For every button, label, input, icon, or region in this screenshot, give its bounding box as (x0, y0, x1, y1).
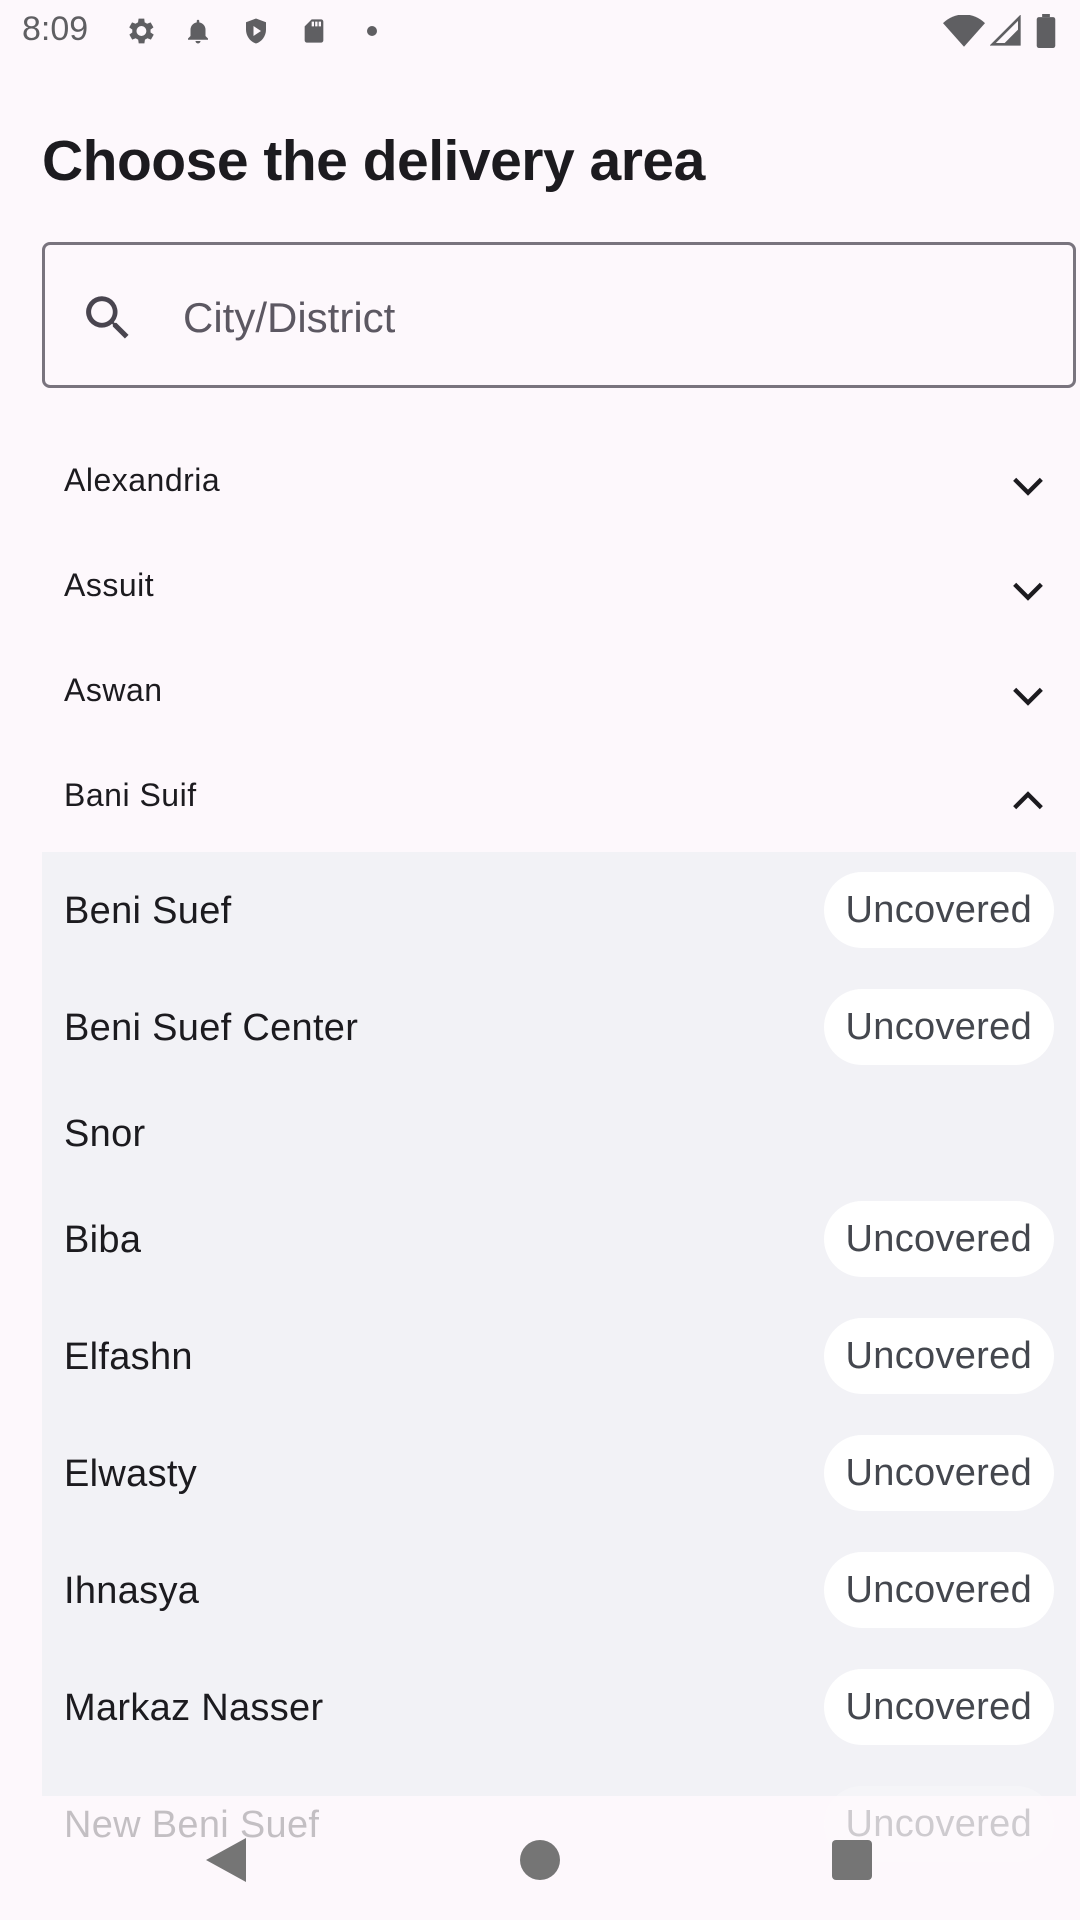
chevron-down-icon (1008, 466, 1048, 506)
status-badge: Uncovered (823, 989, 1054, 1065)
district-label: Biba (64, 1219, 142, 1261)
gear-icon (122, 14, 158, 48)
navigation-bar: New Beni Suef Uncovered (0, 1786, 1080, 1920)
status-badge: Uncovered (823, 1201, 1054, 1277)
status-badge: Uncovered (823, 872, 1054, 948)
district-row[interactable]: Markaz Nasser Uncovered (42, 1649, 1076, 1766)
district-label: New Beni Suef (64, 1804, 320, 1846)
signal-icon (988, 14, 1024, 48)
status-badge: Uncovered (823, 1552, 1054, 1628)
governorate-label: Assuit (64, 567, 155, 603)
district-label: Elfashn (64, 1336, 193, 1378)
district-label: Beni Suef (64, 890, 232, 932)
chevron-up-icon (1008, 781, 1048, 821)
district-row[interactable]: Snor (42, 1075, 1076, 1192)
district-row[interactable]: Ihnasya Uncovered (42, 1532, 1076, 1649)
district-list: Beni Suef Uncovered Beni Suef Center Unc… (42, 852, 1076, 1796)
home-icon[interactable] (520, 1840, 560, 1880)
recents-icon[interactable] (832, 1840, 872, 1880)
search-input[interactable] (181, 275, 1045, 361)
bell-icon (180, 14, 216, 48)
district-label: Markaz Nasser (64, 1687, 324, 1729)
sd-card-icon (296, 14, 332, 48)
battery-icon (1034, 14, 1058, 48)
chevron-down-icon (1008, 676, 1048, 716)
back-icon[interactable] (206, 1838, 246, 1882)
district-label: Snor (64, 1113, 146, 1155)
search-field[interactable] (42, 242, 1076, 388)
status-badge: Uncovered (823, 1435, 1054, 1511)
governorate-row-assuit[interactable]: Assuit (42, 537, 1076, 642)
district-row[interactable]: Elfashn Uncovered (42, 1298, 1076, 1415)
governorate-label: Alexandria (64, 462, 221, 498)
wifi-icon (942, 14, 986, 48)
district-row[interactable]: Elwasty Uncovered (42, 1415, 1076, 1532)
chevron-down-icon (1008, 571, 1048, 611)
district-row[interactable]: Biba Uncovered (42, 1181, 1076, 1298)
governorate-row-bani-suif[interactable]: Bani Suif (42, 747, 1076, 852)
search-icon (79, 289, 137, 347)
district-row[interactable]: Beni Suef Uncovered (42, 852, 1076, 969)
district-label: Ihnasya (64, 1570, 200, 1612)
dot-icon (360, 14, 384, 48)
district-row[interactable]: Beni Suef Center Uncovered (42, 969, 1076, 1086)
district-label: Elwasty (64, 1453, 198, 1495)
governorate-row-alexandria[interactable]: Alexandria (42, 432, 1076, 537)
status-time: 8:09 (22, 10, 89, 48)
status-badge: Uncovered (823, 1318, 1054, 1394)
page-title: Choose the delivery area (42, 129, 705, 193)
governorate-label: Aswan (64, 672, 163, 708)
governorate-label: Bani Suif (64, 777, 197, 813)
governorate-row-aswan[interactable]: Aswan (42, 642, 1076, 747)
status-bar: 8:09 (0, 0, 1080, 64)
district-label: Beni Suef Center (64, 1007, 359, 1049)
status-badge: Uncovered (823, 1669, 1054, 1745)
shield-icon (238, 14, 274, 48)
